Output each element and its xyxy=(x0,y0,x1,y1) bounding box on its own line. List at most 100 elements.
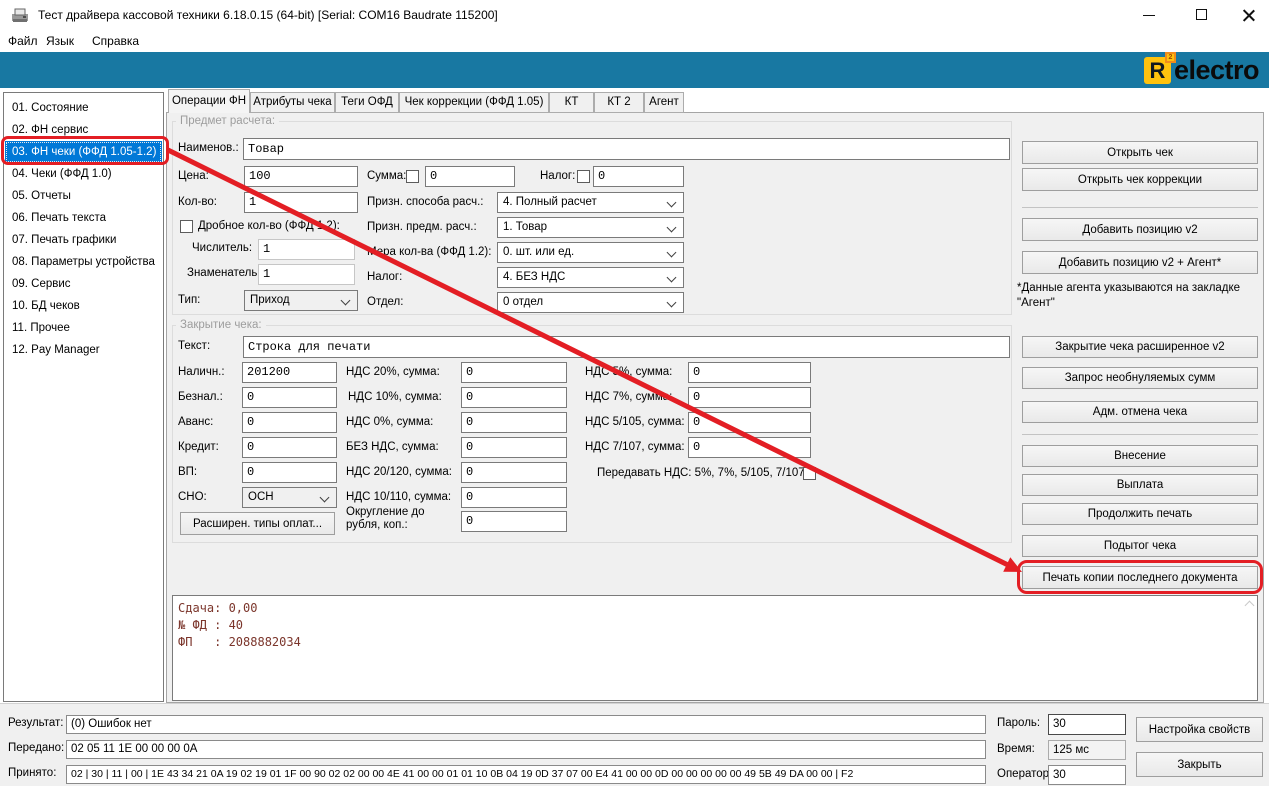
sidebar-item-receipts-ffd10[interactable]: 04. Чеки (ФФД 1.0) xyxy=(5,163,162,185)
name-field[interactable]: Товар xyxy=(243,138,1010,160)
measure-combobox[interactable]: 0. шт. или ед. xyxy=(497,242,684,263)
tab-kt[interactable]: КТ xyxy=(549,92,594,113)
add-position-v2-button[interactable]: Добавить позицию v2 xyxy=(1022,218,1258,241)
print-copy-button[interactable]: Печать копии последнего документа xyxy=(1022,566,1258,589)
vat7-label: НДС 7%, сумма: xyxy=(585,387,672,408)
time-label: Время: xyxy=(997,739,1035,760)
close-icon[interactable] xyxy=(1232,0,1266,30)
tab-kt2[interactable]: КТ 2 xyxy=(594,92,644,113)
console-line-change: Сдача: 0,00 xyxy=(178,600,1257,617)
sidebar-item-pay-manager[interactable]: 12. Pay Manager xyxy=(5,339,162,361)
sent-field[interactable]: 02 05 11 1E 00 00 00 0A xyxy=(66,740,986,759)
logo-r-mark: R2 xyxy=(1144,57,1171,84)
vat5-field[interactable]: 0 xyxy=(688,362,811,383)
tab-ofd-tags[interactable]: Теги ОФД xyxy=(335,92,399,113)
close-app-button[interactable]: Закрыть xyxy=(1136,752,1263,777)
credit-field[interactable]: 0 xyxy=(242,437,337,458)
text-label: Текст: xyxy=(178,336,210,357)
advance-field[interactable]: 0 xyxy=(242,412,337,433)
cash-in-button[interactable]: Внесение xyxy=(1022,445,1258,467)
vat7-107-field[interactable]: 0 xyxy=(688,437,811,458)
operator-field[interactable]: 30 xyxy=(1048,765,1126,785)
sum-checkbox[interactable] xyxy=(406,170,419,183)
transfer-vat-label: Передавать НДС: 5%, 7%, 5/105, 7/107 xyxy=(597,463,805,484)
vat7-field[interactable]: 0 xyxy=(688,387,811,408)
menu-help[interactable]: Справка xyxy=(86,30,145,52)
result-field[interactable]: (0) Ошибок нет xyxy=(66,715,986,734)
closing-group-title: Закрытие чека: xyxy=(176,318,266,332)
sidebar-item-fn-receipts[interactable]: 03. ФН чеки (ФФД 1.05-1.2) xyxy=(5,141,162,163)
sidebar-item-misc[interactable]: 11. Прочее xyxy=(5,317,162,339)
vat10-field[interactable]: 0 xyxy=(461,387,567,408)
brand-band: R2 electro xyxy=(0,52,1269,88)
sidebar-item-reports[interactable]: 05. Отчеты xyxy=(5,185,162,207)
tab-receipt-attributes[interactable]: Атрибуты чека xyxy=(250,92,335,113)
vat20-120-field[interactable]: 0 xyxy=(461,462,567,483)
menu-language[interactable]: Язык xyxy=(40,30,80,52)
sno-combobox[interactable]: ОСН xyxy=(242,487,337,508)
qty-field[interactable]: 1 xyxy=(244,192,358,213)
dept-combobox[interactable]: 0 отдел xyxy=(497,292,684,313)
no-vat-field[interactable]: 0 xyxy=(461,437,567,458)
numerator-field[interactable]: 1 xyxy=(258,239,355,260)
dept-label: Отдел: xyxy=(367,292,403,313)
vp-field[interactable]: 0 xyxy=(242,462,337,483)
brand-logo: R2 electro xyxy=(1144,55,1259,85)
subtotal-button[interactable]: Подытог чека xyxy=(1022,535,1258,557)
button-divider-1 xyxy=(1022,207,1258,208)
sidebar-item-device-params[interactable]: 08. Параметры устройства xyxy=(5,251,162,273)
sidebar-item-state[interactable]: 01. Состояние xyxy=(5,97,162,119)
tab-agent[interactable]: Агент xyxy=(644,92,684,113)
cash-out-button[interactable]: Выплата xyxy=(1022,474,1258,496)
extended-payments-button[interactable]: Расширен. типы оплат... xyxy=(180,512,335,535)
time-field[interactable]: 125 мс xyxy=(1048,740,1126,760)
request-sums-button[interactable]: Запрос необнуляемых сумм xyxy=(1022,367,1258,389)
vat0-field[interactable]: 0 xyxy=(461,412,567,433)
menu-file[interactable]: Файл xyxy=(2,30,44,52)
sidebar-item-fn-service[interactable]: 02. ФН сервис xyxy=(5,119,162,141)
tax-checkbox[interactable] xyxy=(577,170,590,183)
sidebar-item-print-text[interactable]: 06. Печать текста xyxy=(5,207,162,229)
method-label: Призн. способа расч.: xyxy=(367,192,483,213)
type-combobox[interactable]: Приход xyxy=(244,290,358,311)
tab-fn-operations[interactable]: Операции ФН xyxy=(168,89,250,113)
maximize-icon[interactable] xyxy=(1185,0,1219,30)
received-field[interactable]: 02 | 30 | 11 | 00 | 1E 43 34 21 0A 19 02… xyxy=(66,765,986,784)
minimize-icon[interactable] xyxy=(1132,0,1166,30)
rounding-field[interactable]: 0 xyxy=(461,511,567,532)
add-position-v2-agent-button[interactable]: Добавить позицию v2 + Агент* xyxy=(1022,251,1258,274)
section-list: 01. Состояние 02. ФН сервис 03. ФН чеки … xyxy=(3,92,164,702)
settings-button[interactable]: Настройка свойств xyxy=(1136,717,1263,742)
transfer-vat-checkbox[interactable] xyxy=(803,467,816,480)
app-icon xyxy=(10,6,30,24)
tax2-combobox[interactable]: 4. БЕЗ НДС xyxy=(497,267,684,288)
sidebar-item-service[interactable]: 09. Сервис xyxy=(5,273,162,295)
denominator-field[interactable]: 1 xyxy=(258,264,355,285)
adm-cancel-button[interactable]: Адм. отмена чека xyxy=(1022,401,1258,423)
vat20-field[interactable]: 0 xyxy=(461,362,567,383)
sum-field[interactable]: 0 xyxy=(425,166,515,187)
password-field[interactable]: 30 xyxy=(1048,714,1126,735)
cashless-field[interactable]: 0 xyxy=(242,387,337,408)
method-combobox[interactable]: 4. Полный расчет xyxy=(497,192,684,213)
vat10-110-field[interactable]: 0 xyxy=(461,487,567,508)
text-field[interactable]: Строка для печати xyxy=(243,336,1010,358)
open-receipt-button[interactable]: Открыть чек xyxy=(1022,141,1258,164)
close-receipt-ext-v2-button[interactable]: Закрытие чека расширенное v2 xyxy=(1022,336,1258,358)
tax-field[interactable]: 0 xyxy=(593,166,684,187)
open-correction-button[interactable]: Открыть чек коррекции xyxy=(1022,168,1258,191)
sidebar-item-print-graphics[interactable]: 07. Печать графики xyxy=(5,229,162,251)
price-label: Цена: xyxy=(178,166,209,187)
window-title: Тест драйвера кассовой техники 6.18.0.15… xyxy=(38,0,498,30)
continue-print-button[interactable]: Продолжить печать xyxy=(1022,503,1258,525)
sno-label: СНО: xyxy=(178,487,207,508)
fractional-checkbox[interactable] xyxy=(180,220,193,233)
vat5-105-field[interactable]: 0 xyxy=(688,412,811,433)
price-field[interactable]: 100 xyxy=(244,166,358,187)
console-output[interactable]: Сдача: 0,00 № ФД : 40 ФП : 2088882034 xyxy=(172,595,1258,701)
tab-correction-receipt[interactable]: Чек коррекции (ФФД 1.05) xyxy=(399,92,549,113)
scroll-up-icon[interactable] xyxy=(1246,600,1254,608)
sidebar-item-receipt-db[interactable]: 10. БД чеков xyxy=(5,295,162,317)
item-sign-combobox[interactable]: 1. Товар xyxy=(497,217,684,238)
cash-field[interactable]: 201200 xyxy=(242,362,337,383)
